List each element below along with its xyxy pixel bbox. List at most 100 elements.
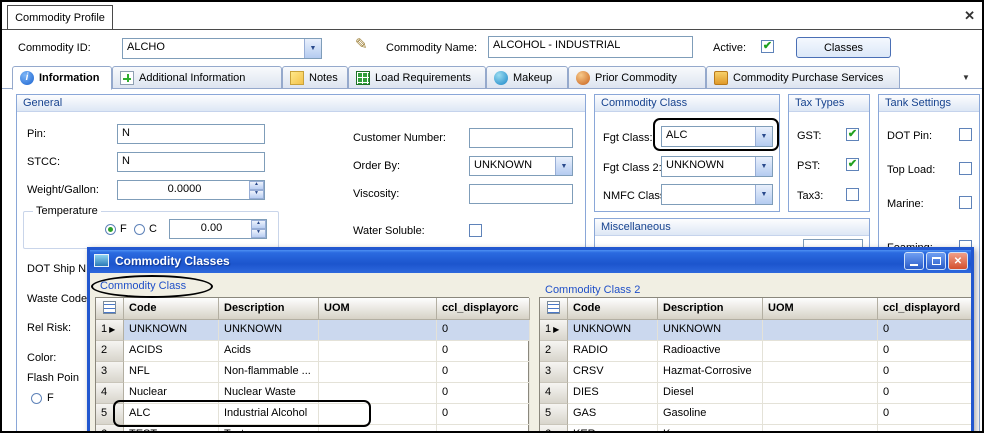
table-row[interactable]: 5 GAS Gasoline 0 bbox=[540, 404, 972, 425]
marine-checkbox[interactable] bbox=[959, 196, 972, 209]
table-row[interactable]: 2 RADIO Radioactive 0 bbox=[540, 341, 972, 362]
column-header-description[interactable]: Description bbox=[658, 298, 763, 320]
chevron-down-icon[interactable]: ▼ bbox=[755, 185, 772, 204]
table-row[interactable]: 2 ACIDS Acids 0 bbox=[96, 341, 528, 362]
tab-makeup[interactable]: Makeup bbox=[486, 66, 568, 89]
tab-additional-information[interactable]: Additional Information bbox=[112, 66, 282, 89]
temp-c-radio[interactable] bbox=[134, 224, 145, 235]
commodity-class-group: Commodity Class Fgt Class: ALC ▼ Fgt Cla… bbox=[594, 94, 780, 212]
commodity-id-combo[interactable]: ALCHO ▼ bbox=[122, 38, 322, 59]
doc-tab-commodity-profile[interactable]: Commodity Profile bbox=[7, 5, 113, 30]
close-icon[interactable]: ✕ bbox=[964, 8, 975, 24]
column-header-uom[interactable]: UOM bbox=[763, 298, 878, 320]
active-label: Active: bbox=[713, 42, 746, 54]
classes-button[interactable]: Classes bbox=[796, 37, 891, 58]
row-selector[interactable]: 1▶ bbox=[96, 320, 124, 341]
nmfc-class-combo[interactable]: ▼ bbox=[661, 184, 773, 205]
row-selector[interactable]: 6 bbox=[540, 425, 568, 433]
cell-description: Non-flammable ... bbox=[219, 362, 319, 383]
tab-load-requirements[interactable]: Load Requirements bbox=[348, 66, 486, 89]
row-selector[interactable]: 1▶ bbox=[540, 320, 568, 341]
row-selector[interactable]: 2 bbox=[96, 341, 124, 362]
maximize-button[interactable] bbox=[926, 252, 946, 270]
row-selector[interactable]: 2 bbox=[540, 341, 568, 362]
column-header-code[interactable]: Code bbox=[568, 298, 658, 320]
table-row[interactable]: 3 CRSV Hazmat-Corrosive 0 bbox=[540, 362, 972, 383]
spin-up-icon[interactable]: ▲ bbox=[251, 220, 266, 229]
table-row[interactable]: 6 TEST Test bbox=[96, 425, 528, 433]
tab-information[interactable]: i Information bbox=[12, 66, 112, 90]
table-row[interactable]: 4 Nuclear Nuclear Waste 0 bbox=[96, 383, 528, 404]
top-separator bbox=[2, 29, 982, 30]
spinner[interactable]: ▲▼ bbox=[251, 220, 266, 238]
tab-overflow-icon[interactable]: ▼ bbox=[962, 73, 970, 82]
water-soluble-checkbox[interactable] bbox=[469, 224, 482, 237]
order-by-combo[interactable]: UNKNOWN ▼ bbox=[469, 156, 573, 176]
column-header-displayorder[interactable]: ccl_displayorc bbox=[437, 298, 530, 320]
chevron-down-icon[interactable]: ▼ bbox=[555, 157, 572, 175]
table-row[interactable]: 1▶ UNKNOWN UNKNOWN 0 bbox=[96, 320, 528, 341]
close-button[interactable]: ✕ bbox=[948, 252, 968, 270]
temperature-label: Temperature bbox=[33, 205, 101, 217]
tab-notes[interactable]: Notes bbox=[282, 66, 348, 89]
fgt-class-combo[interactable]: ALC ▼ bbox=[661, 126, 773, 147]
chevron-down-icon[interactable]: ▼ bbox=[755, 157, 772, 176]
temp-f-radio[interactable] bbox=[105, 224, 116, 235]
row-selector[interactable]: 3 bbox=[96, 362, 124, 383]
table-row[interactable]: 6 KER Kerosene bbox=[540, 425, 972, 433]
table-row[interactable]: 4 DIES Diesel 0 bbox=[540, 383, 972, 404]
cell-code: GAS bbox=[568, 404, 658, 425]
dot-ship-label: DOT Ship N bbox=[27, 263, 86, 275]
pst-checkbox[interactable]: ✔ bbox=[846, 158, 859, 171]
cell-uom bbox=[319, 404, 437, 425]
dialog-titlebar[interactable]: Commodity Classes ✕ bbox=[90, 250, 971, 273]
pin-input[interactable]: N bbox=[117, 124, 265, 144]
close-icon: ✕ bbox=[954, 256, 962, 267]
spin-down-icon[interactable]: ▼ bbox=[249, 190, 264, 199]
pin-label: Pin: bbox=[27, 128, 46, 140]
tab-commodity-purchase-services[interactable]: Commodity Purchase Services bbox=[706, 66, 900, 89]
row-selector[interactable]: 5 bbox=[540, 404, 568, 425]
temperature-stepper[interactable]: 0.00 ▲▼ bbox=[169, 219, 267, 239]
top-load-checkbox[interactable] bbox=[959, 162, 972, 175]
column-header-displayorder[interactable]: ccl_displayord bbox=[878, 298, 972, 320]
tab-prior-commodity[interactable]: Prior Commodity bbox=[568, 66, 706, 89]
table-row[interactable]: 1▶ UNKNOWN UNKNOWN 0 bbox=[540, 320, 972, 341]
row-selector[interactable]: 5 bbox=[96, 404, 124, 425]
commodity-class-grid: Code Description UOM ccl_displayorc 1▶ U… bbox=[95, 297, 529, 433]
edit-pencil-icon[interactable]: ✎ bbox=[355, 35, 368, 53]
minimize-button[interactable] bbox=[904, 252, 924, 270]
row-number: 4 bbox=[545, 386, 551, 403]
column-header-uom[interactable]: UOM bbox=[319, 298, 437, 320]
stcc-input[interactable]: N bbox=[117, 152, 265, 172]
fgt-class2-combo[interactable]: UNKNOWN ▼ bbox=[661, 156, 773, 177]
column-header-code[interactable]: Code bbox=[124, 298, 219, 320]
table-row-alc[interactable]: 5 ALC Industrial Alcohol 0 bbox=[96, 404, 528, 425]
flash-f-radio[interactable] bbox=[31, 393, 42, 404]
table-row[interactable]: 3 NFL Non-flammable ... 0 bbox=[96, 362, 528, 383]
row-selector[interactable]: 4 bbox=[96, 383, 124, 404]
dot-pin-checkbox[interactable] bbox=[959, 128, 972, 141]
row-selector[interactable]: 3 bbox=[540, 362, 568, 383]
stcc-label: STCC: bbox=[27, 156, 60, 168]
chevron-down-icon[interactable]: ▼ bbox=[755, 127, 772, 146]
viscosity-input[interactable] bbox=[469, 184, 573, 204]
tax3-checkbox[interactable] bbox=[846, 188, 859, 201]
customer-number-input[interactable] bbox=[469, 128, 573, 148]
row-selector[interactable]: 6 bbox=[96, 425, 124, 433]
gst-checkbox[interactable]: ✔ bbox=[846, 128, 859, 141]
row-selector[interactable]: 4 bbox=[540, 383, 568, 404]
weight-gallon-stepper[interactable]: 0.0000 ▲▼ bbox=[117, 180, 265, 200]
spin-down-icon[interactable]: ▼ bbox=[251, 229, 266, 238]
grid-corner-button[interactable] bbox=[96, 298, 124, 320]
cell-description: Gasoline bbox=[658, 404, 763, 425]
active-checkbox[interactable]: ✔ bbox=[761, 40, 774, 53]
cell-displayorder: 0 bbox=[437, 362, 530, 383]
column-header-description[interactable]: Description bbox=[219, 298, 319, 320]
spinner[interactable]: ▲▼ bbox=[249, 181, 264, 199]
fgt-class2-label: Fgt Class 2: bbox=[603, 162, 662, 174]
commodity-name-input[interactable]: ALCOHOL - INDUSTRIAL bbox=[488, 36, 693, 58]
chevron-down-icon[interactable]: ▼ bbox=[304, 39, 321, 58]
spin-up-icon[interactable]: ▲ bbox=[249, 181, 264, 190]
grid-corner-button[interactable] bbox=[540, 298, 568, 320]
